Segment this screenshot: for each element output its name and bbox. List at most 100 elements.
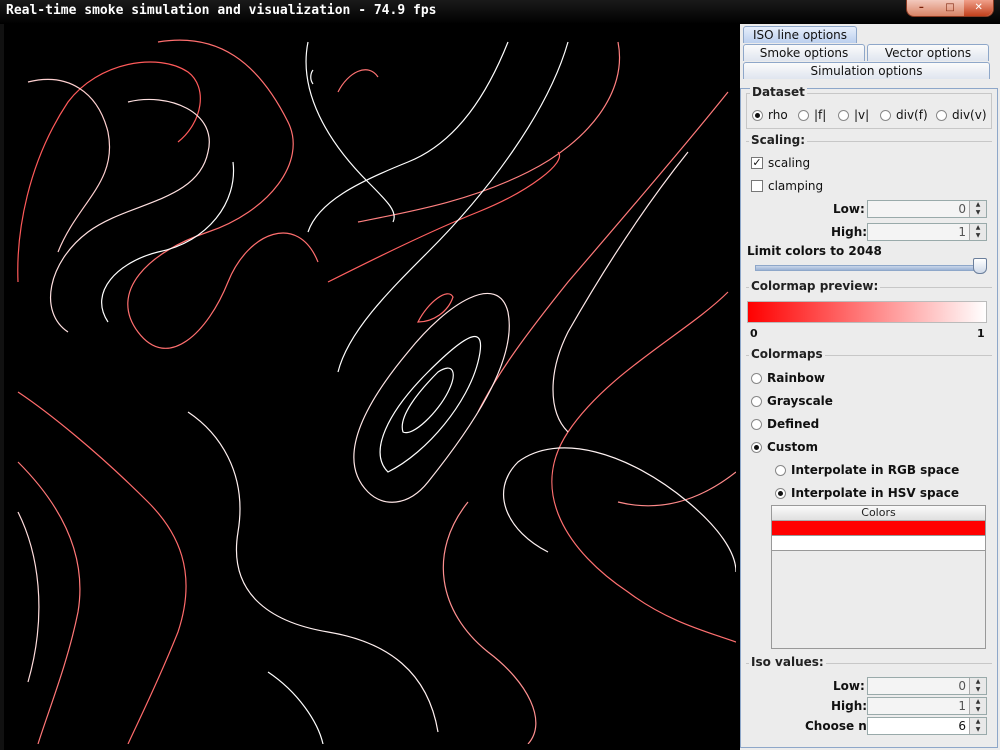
- minimize-button[interactable]: –: [907, 0, 936, 16]
- tab-simulation-options[interactable]: Simulation options: [743, 62, 990, 79]
- maximize-button[interactable]: □: [936, 0, 965, 16]
- window-title: Real-time smoke simulation and visualiza…: [6, 3, 437, 18]
- dataset-title: Dataset: [750, 85, 807, 99]
- radio-div-f[interactable]: [880, 110, 891, 121]
- iso-low-value: 0: [958, 679, 966, 693]
- scaling-high-spinner[interactable]: 1 ▲ ▼: [867, 223, 987, 241]
- close-button[interactable]: ✕: [964, 0, 994, 16]
- iso-line: [327, 151, 561, 283]
- radio-interpolate-hsv[interactable]: [775, 488, 786, 499]
- colormaps-title: Colormaps: [749, 347, 825, 361]
- spinner-up-icon[interactable]: ▲: [969, 678, 986, 686]
- iso-low-spinner[interactable]: 0 ▲ ▼: [867, 677, 987, 695]
- label-custom: Custom: [767, 440, 818, 454]
- iso-line: [101, 161, 235, 323]
- iso-line: [17, 511, 40, 683]
- iso-line: [127, 39, 319, 349]
- radio-defined[interactable]: [751, 419, 762, 430]
- tab-smoke-options[interactable]: Smoke options: [743, 44, 865, 61]
- iso-line: [417, 293, 454, 323]
- iso-line: [17, 461, 81, 744]
- clamping-checkbox[interactable]: [751, 180, 763, 192]
- iso-n-spinner[interactable]: 6 ▲ ▼: [867, 717, 987, 735]
- scaling-low-spinner[interactable]: 0 ▲ ▼: [867, 200, 987, 218]
- colormap-preview-title: Colormap preview:: [749, 279, 881, 293]
- iso-line: [353, 292, 510, 503]
- iso-line: [187, 411, 439, 733]
- iso-line: [17, 61, 201, 283]
- radio-div-v[interactable]: [936, 110, 947, 121]
- colormap-preview-bar: [747, 301, 987, 323]
- radio-custom[interactable]: [751, 442, 762, 453]
- colormap-min-label: 0: [750, 327, 758, 340]
- iso-line: [267, 671, 324, 744]
- spinner-up-icon[interactable]: ▲: [969, 698, 986, 706]
- label-v-magnitude: |v|: [854, 108, 870, 122]
- iso-line: [305, 41, 395, 223]
- spinner-down-icon[interactable]: ▼: [969, 686, 986, 694]
- iso-line: [552, 151, 689, 433]
- label-rainbow: Rainbow: [767, 371, 825, 385]
- iso-line: [502, 447, 736, 573]
- label-div-v: div(v): [952, 108, 987, 122]
- scaling-title: Scaling:: [749, 133, 808, 147]
- iso-line: [617, 471, 736, 507]
- iso-line: [379, 335, 482, 473]
- iso-line: [337, 69, 379, 93]
- scaling-low-label: Low:: [833, 202, 865, 216]
- iso-low-label: Low:: [833, 679, 865, 693]
- color-row-red[interactable]: [772, 521, 985, 536]
- colors-table-header: Colors: [772, 506, 985, 521]
- iso-high-label: High:: [831, 699, 868, 713]
- tab-content: Dataset rho |f| |v| div(f) div(v) Scalin…: [740, 85, 998, 748]
- options-panel: ISO line options Smoke options Vector op…: [740, 24, 1000, 750]
- spinner-down-icon[interactable]: ▼: [969, 209, 986, 217]
- label-interpolate-hsv: Interpolate in HSV space: [791, 486, 959, 500]
- label-interpolate-rgb: Interpolate in RGB space: [791, 463, 960, 477]
- scaling-high-value: 1: [958, 225, 966, 239]
- iso-line: [442, 501, 537, 744]
- iso-line: [310, 69, 314, 85]
- slider-thumb[interactable]: [973, 258, 987, 274]
- iso-line: [551, 291, 736, 643]
- color-row-white[interactable]: [772, 536, 985, 551]
- radio-rainbow[interactable]: [751, 373, 762, 384]
- scaling-checkbox[interactable]: ✓: [751, 157, 763, 169]
- limit-colors-label: Limit colors to 2048: [747, 244, 882, 258]
- title-bar: Real-time smoke simulation and visualiza…: [0, 0, 1000, 24]
- radio-v-magnitude[interactable]: [838, 110, 849, 121]
- dataset-group: Dataset rho |f| |v| div(f) div(v): [746, 85, 992, 129]
- iso-high-spinner[interactable]: 1 ▲ ▼: [867, 697, 987, 715]
- radio-rho[interactable]: [752, 110, 763, 121]
- spinner-up-icon[interactable]: ▲: [969, 201, 986, 209]
- tab-iso-line-options[interactable]: ISO line options: [743, 26, 857, 43]
- iso-line: [307, 41, 509, 233]
- label-rho: rho: [768, 108, 788, 122]
- iso-lines: [17, 39, 736, 744]
- colors-table[interactable]: Colors: [771, 505, 986, 649]
- label-grayscale: Grayscale: [767, 394, 833, 408]
- clamping-label: clamping: [768, 179, 824, 193]
- radio-grayscale[interactable]: [751, 396, 762, 407]
- iso-high-value: 1: [958, 699, 966, 713]
- iso-line: [337, 41, 569, 373]
- radio-interpolate-rgb[interactable]: [775, 465, 786, 476]
- spinner-up-icon[interactable]: ▲: [969, 224, 986, 232]
- label-defined: Defined: [767, 417, 820, 431]
- visualization-canvas[interactable]: [0, 24, 740, 750]
- spinner-down-icon[interactable]: ▼: [969, 706, 986, 714]
- scaling-low-value: 0: [958, 202, 966, 216]
- spinner-up-icon[interactable]: ▲: [969, 718, 986, 726]
- window-controls: – □ ✕: [906, 0, 994, 17]
- spinner-down-icon[interactable]: ▼: [969, 726, 986, 734]
- iso-n-label: Choose n:: [805, 719, 872, 733]
- iso-line: [357, 41, 620, 223]
- radio-f-magnitude[interactable]: [798, 110, 809, 121]
- iso-line: [17, 391, 187, 744]
- iso-values-title: Iso values:: [749, 655, 826, 669]
- limit-colors-slider[interactable]: [755, 265, 985, 271]
- spinner-down-icon[interactable]: ▼: [969, 232, 986, 240]
- iso-n-value: 6: [958, 719, 966, 733]
- tab-vector-options[interactable]: Vector options: [867, 44, 989, 61]
- label-f-magnitude: |f|: [814, 108, 827, 122]
